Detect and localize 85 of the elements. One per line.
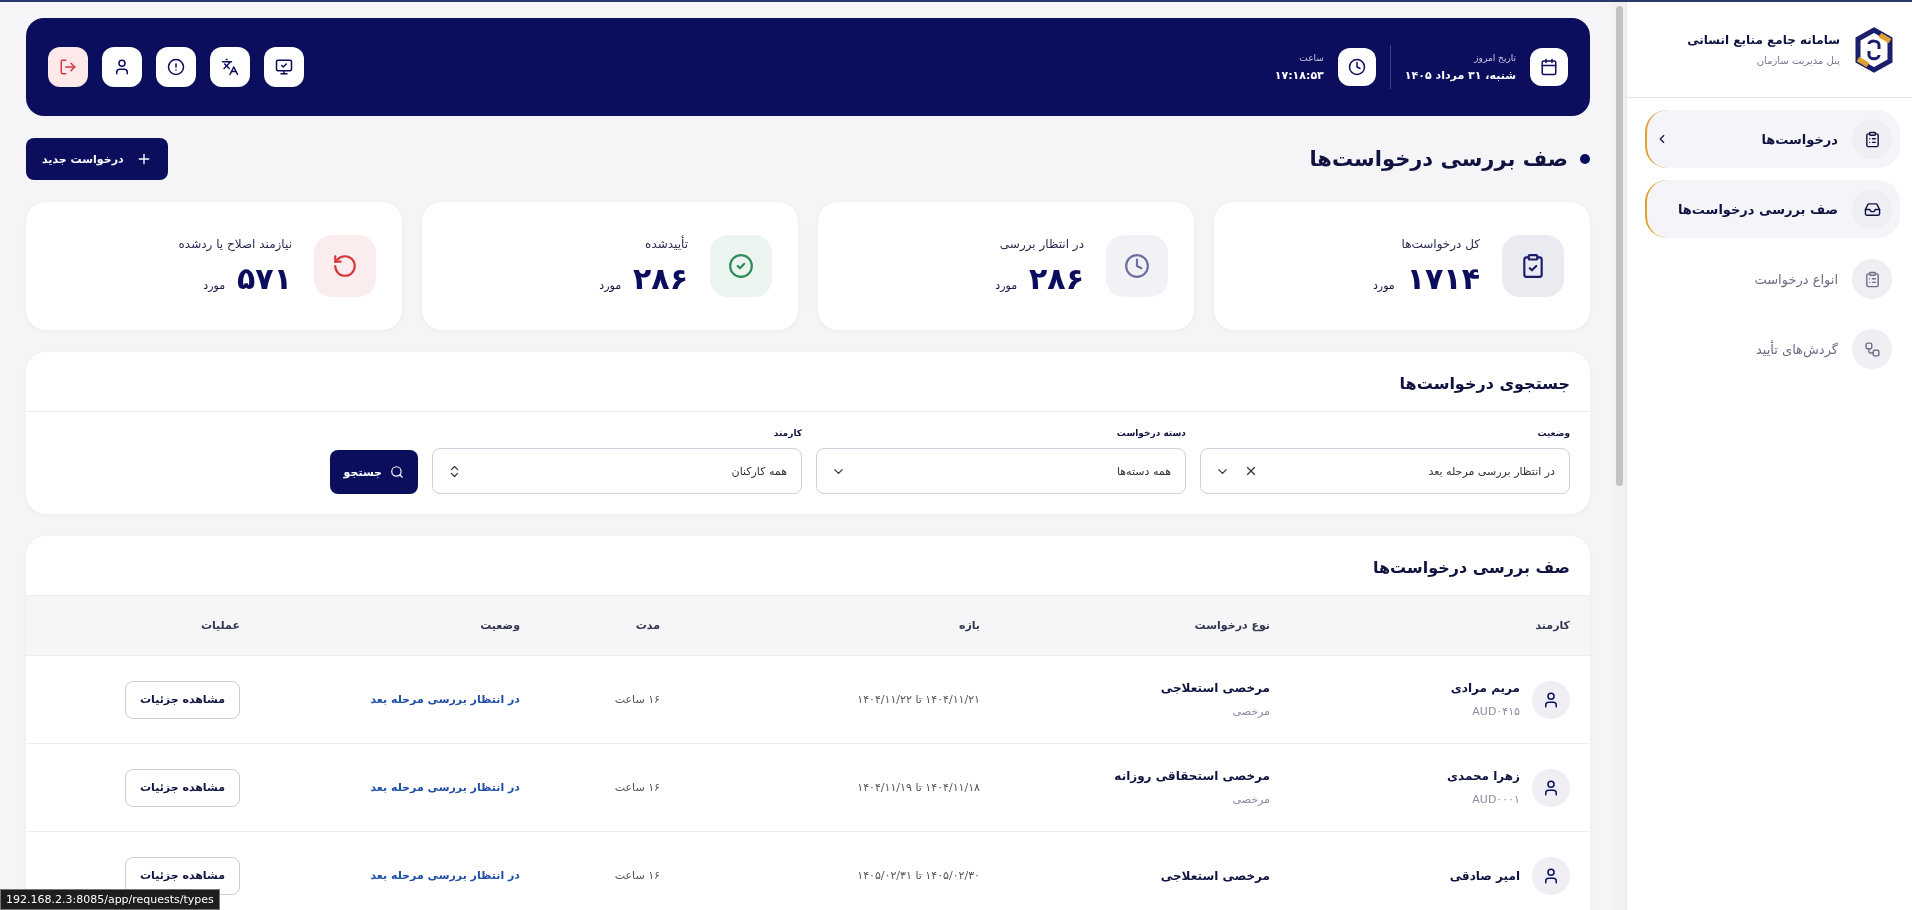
field-label: دسته درخواست xyxy=(1115,428,1186,438)
clipboard-icon xyxy=(1852,119,1892,159)
new-request-button[interactable]: درخواست جدید xyxy=(26,138,168,180)
details-button[interactable]: مشاهده جزئیات xyxy=(125,680,240,719)
logout-icon[interactable] xyxy=(48,47,88,87)
employee-name: امیر صادقی xyxy=(1449,868,1520,883)
scrollbar[interactable] xyxy=(1612,2,1626,910)
date-range: ۱۴۰۴/۱۱/۲۱ تا ۱۴۰۴/۱۱/۲۲ xyxy=(856,693,980,706)
details-button[interactable]: مشاهده جزئیات xyxy=(125,768,240,807)
stat-unit: مورد xyxy=(1372,278,1395,292)
stat-unit: مورد xyxy=(203,278,226,292)
logo-icon xyxy=(1854,26,1894,73)
inbox-icon xyxy=(1852,189,1892,229)
stat-label: تأییدشده xyxy=(644,236,688,251)
date-label: تاریخ امروز xyxy=(1473,52,1516,63)
status-text: در انتظار بررسی مرحله بعد xyxy=(369,693,520,706)
search-icon xyxy=(390,465,404,479)
combobox-field[interactable]: همه کارکنان xyxy=(432,448,802,494)
column-header: کارمند xyxy=(1534,619,1570,632)
employee-name: زهرا محمدی xyxy=(1446,769,1520,783)
search-button[interactable]: جستجو xyxy=(329,450,418,494)
time-text: ۱۷:۱۸:۵۳ xyxy=(1274,68,1324,82)
employee-id: AUD۰۴۱۵ xyxy=(1471,705,1520,718)
employee-id: AUD۰۰۰۱ xyxy=(1471,793,1520,806)
duration: ۱۶ ساعت xyxy=(613,781,660,794)
details-button[interactable]: مشاهده جزئیات xyxy=(125,856,240,895)
status-text: در انتظار بررسی مرحله بعد xyxy=(369,781,520,794)
sidebar-item[interactable]: صف بررسی درخواست‌ها xyxy=(1645,180,1900,238)
request-category: مرخصی xyxy=(1231,705,1270,718)
request-type: مرخصی استحقاقی روزانه xyxy=(1113,769,1270,783)
stat-label: کل درخواست‌ها xyxy=(1400,236,1480,251)
sidebar-item[interactable]: گردش‌های تأیید xyxy=(1645,320,1900,378)
monitor-check-icon[interactable] xyxy=(264,47,304,87)
clipboard-icon xyxy=(1852,259,1892,299)
app-title: سامانه جامع منابع انسانی xyxy=(1687,33,1840,47)
status-text: در انتظار بررسی مرحله بعد xyxy=(369,869,520,882)
field-label: کارمند xyxy=(772,428,802,438)
app-subtitle: پنل مدیریت سازمان xyxy=(1755,55,1840,66)
employee-name: مریم مرادی xyxy=(1450,681,1520,695)
workflow-icon xyxy=(1852,329,1892,369)
duration: ۱۶ ساعت xyxy=(613,869,660,882)
date-range: ۱۴۰۵/۰۲/۳۰ تا ۱۴۰۵/۰۲/۳۱ xyxy=(856,869,980,882)
user-icon[interactable] xyxy=(102,47,142,87)
date-text: شنبه، ۳۱ مرداد ۱۴۰۵ xyxy=(1404,68,1516,82)
avatar-icon xyxy=(1532,680,1570,719)
stat-value: ۵۷۱ xyxy=(237,260,292,296)
request-category: مرخصی xyxy=(1231,793,1270,806)
stat-unit: مورد xyxy=(599,278,622,292)
stat-label: در انتظار بررسی xyxy=(998,236,1084,251)
stat-value: ۲۸۶ xyxy=(633,260,688,296)
stat-unit: مورد xyxy=(995,278,1018,292)
column-header: مدت xyxy=(634,619,660,632)
sidebar-item[interactable]: درخواست‌ها xyxy=(1645,110,1900,168)
request-type: مرخصی استعلاجی xyxy=(1159,868,1270,883)
stat-value: ۲۸۶ xyxy=(1029,260,1084,296)
panel-title: صف بررسی درخواست‌ها xyxy=(1372,558,1570,577)
alert-icon[interactable] xyxy=(156,47,196,87)
select-field[interactable]: همه دسته‌ها xyxy=(816,448,1186,494)
page-title: صف بررسی درخواست‌ها xyxy=(1309,147,1568,171)
clear-icon[interactable] xyxy=(1244,464,1258,478)
calendar-icon xyxy=(1530,48,1568,86)
column-header: نوع درخواست xyxy=(1193,619,1270,632)
time-label: ساعت xyxy=(1298,52,1324,63)
url-status-tooltip: 192.168.2.3:8085/app/requests/types xyxy=(0,889,220,910)
rotate-icon xyxy=(332,253,358,279)
check-circle-icon xyxy=(728,253,754,279)
stat-value: ۱۷۱۴ xyxy=(1406,260,1480,296)
panel-title: جستجوی درخواست‌ها xyxy=(1398,374,1570,393)
avatar-icon xyxy=(1532,856,1570,895)
clipboard-check-icon xyxy=(1520,253,1546,279)
request-type: مرخصی استعلاجی xyxy=(1159,681,1270,695)
select-field[interactable]: در انتظار بررسی مرحله بعد xyxy=(1200,448,1570,494)
column-header: وضعیت xyxy=(479,619,520,632)
translate-icon[interactable] xyxy=(210,47,250,87)
stat-label: نیازمند اصلاح یا ردشده xyxy=(178,236,292,251)
clock-icon xyxy=(1337,48,1376,86)
avatar-icon xyxy=(1532,768,1570,807)
field-label: وضعیت xyxy=(1536,428,1570,438)
date-range: ۱۴۰۴/۱۱/۱۸ تا ۱۴۰۴/۱۱/۱۹ xyxy=(856,781,980,794)
column-header: عملیات xyxy=(199,619,240,632)
column-header: بازه xyxy=(957,619,980,632)
duration: ۱۶ ساعت xyxy=(613,693,660,706)
title-dot xyxy=(1580,154,1590,164)
clock-icon xyxy=(1124,253,1150,279)
sidebar-item[interactable]: انواع درخواست xyxy=(1645,250,1900,308)
